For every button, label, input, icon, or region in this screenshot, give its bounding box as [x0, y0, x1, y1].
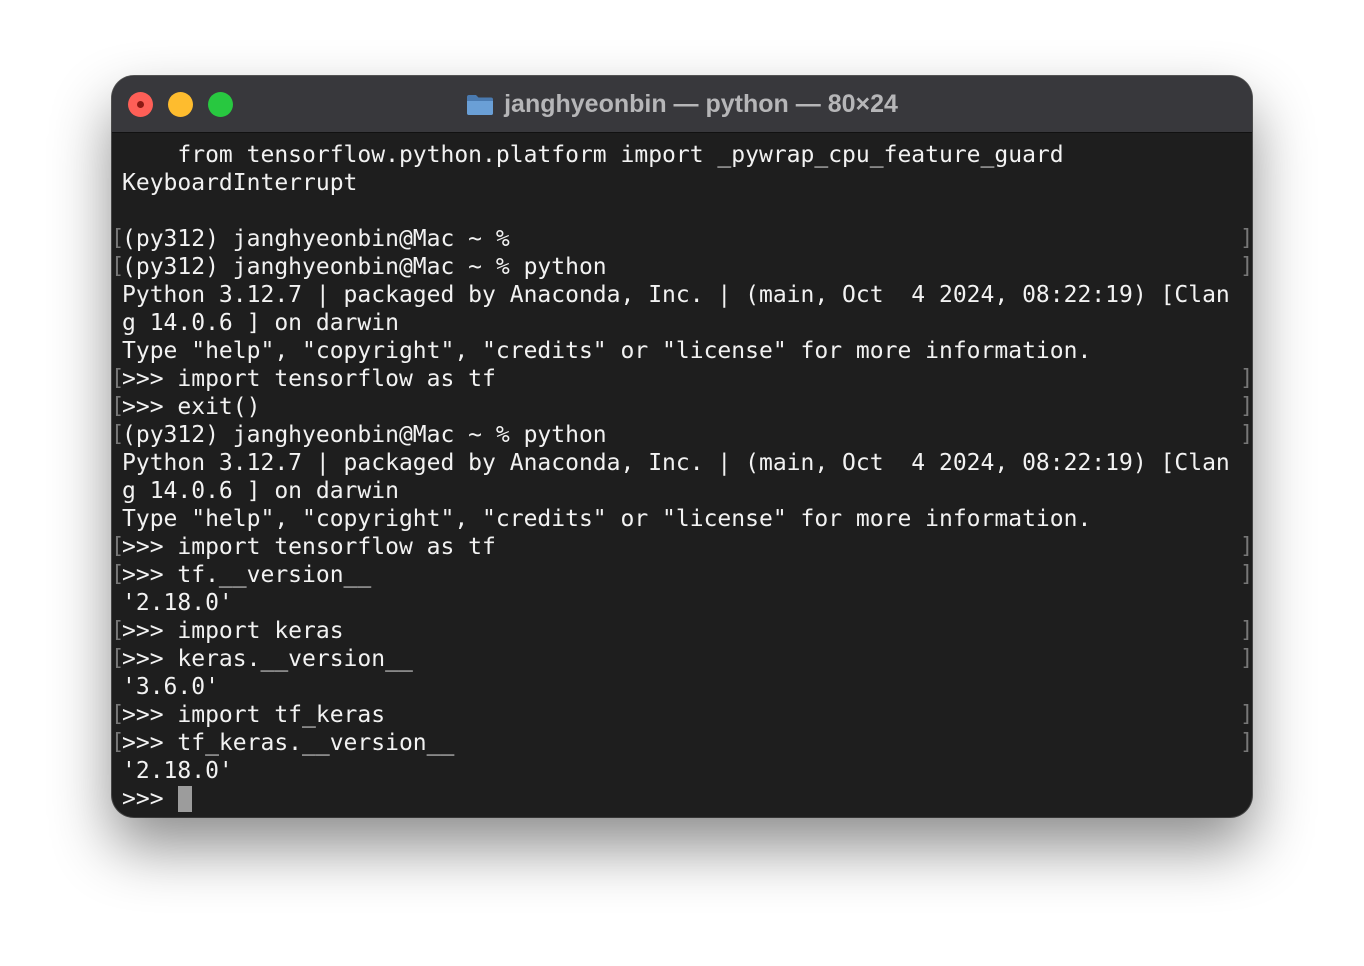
title-group: janghyeonbin — python — 80×24: [112, 76, 1252, 132]
line-mark-right: ]: [1240, 646, 1252, 671]
terminal-line: '2.18.0': [122, 758, 233, 784]
terminal-line: >>> import tensorflow as tf: [122, 366, 496, 392]
terminal-line: Type "help", "copyright", "credits" or "…: [122, 506, 1092, 532]
line-mark-left: [: [112, 534, 125, 559]
text-cursor: [178, 786, 192, 812]
terminal-line: g 14.0.6 ] on darwin: [122, 310, 399, 336]
terminal-line: Python 3.12.7 | packaged by Anaconda, In…: [122, 282, 1230, 308]
line-mark-right: ]: [1240, 562, 1252, 587]
terminal-line: '2.18.0': [122, 590, 233, 616]
terminal-line: >>> import tf_keras: [122, 702, 386, 728]
terminal-line: >>> keras.__version__: [122, 646, 413, 672]
terminal-line: (py312) janghyeonbin@Mac ~ % python: [122, 254, 607, 280]
terminal-line: Type "help", "copyright", "credits" or "…: [122, 338, 1092, 364]
line-mark-left: [: [112, 562, 125, 587]
line-mark-right: ]: [1240, 422, 1252, 447]
line-mark-left: [: [112, 422, 125, 447]
line-mark-left: [: [112, 366, 125, 391]
terminal-line: >>> tf_keras.__version__: [122, 730, 455, 756]
terminal-line: >>> tf.__version__: [122, 562, 372, 588]
terminal-line: from tensorflow.python.platform import _…: [122, 142, 1064, 168]
terminal-line: (py312) janghyeonbin@Mac ~ % python: [122, 422, 607, 448]
title-bar[interactable]: janghyeonbin — python — 80×24: [112, 76, 1252, 133]
terminal-line: >>> import tensorflow as tf: [122, 534, 496, 560]
line-mark-left: [: [112, 730, 125, 755]
line-mark-left: [: [112, 254, 125, 279]
line-mark-left: [: [112, 646, 125, 671]
terminal-output[interactable]: from tensorflow.python.platform import _…: [112, 133, 1252, 817]
terminal-window: janghyeonbin — python — 80×24 from tenso…: [112, 76, 1252, 817]
terminal-line: (py312) janghyeonbin@Mac ~ %: [122, 226, 510, 252]
line-mark-left: [: [112, 226, 125, 251]
terminal-line: >>> import keras: [122, 618, 344, 644]
line-mark-right: ]: [1240, 730, 1252, 755]
line-mark-left: [: [112, 702, 125, 727]
line-mark-right: ]: [1240, 366, 1252, 391]
line-mark-right: ]: [1240, 534, 1252, 559]
line-mark-right: ]: [1240, 394, 1252, 419]
line-mark-right: ]: [1240, 226, 1252, 251]
terminal-line: g 14.0.6 ] on darwin: [122, 478, 399, 504]
window-title: janghyeonbin — python — 80×24: [504, 89, 898, 118]
folder-icon: [467, 94, 494, 115]
terminal-line: Python 3.12.7 | packaged by Anaconda, In…: [122, 450, 1230, 476]
line-mark-right: ]: [1240, 702, 1252, 727]
terminal-line: KeyboardInterrupt: [122, 170, 358, 196]
line-mark-right: ]: [1240, 618, 1252, 643]
terminal-line: >>> exit(): [122, 394, 261, 420]
terminal-line: '3.6.0': [122, 674, 219, 700]
line-mark-left: [: [112, 618, 125, 643]
terminal-line: >>>: [122, 786, 178, 812]
line-mark-right: ]: [1240, 254, 1252, 279]
line-mark-left: [: [112, 394, 125, 419]
